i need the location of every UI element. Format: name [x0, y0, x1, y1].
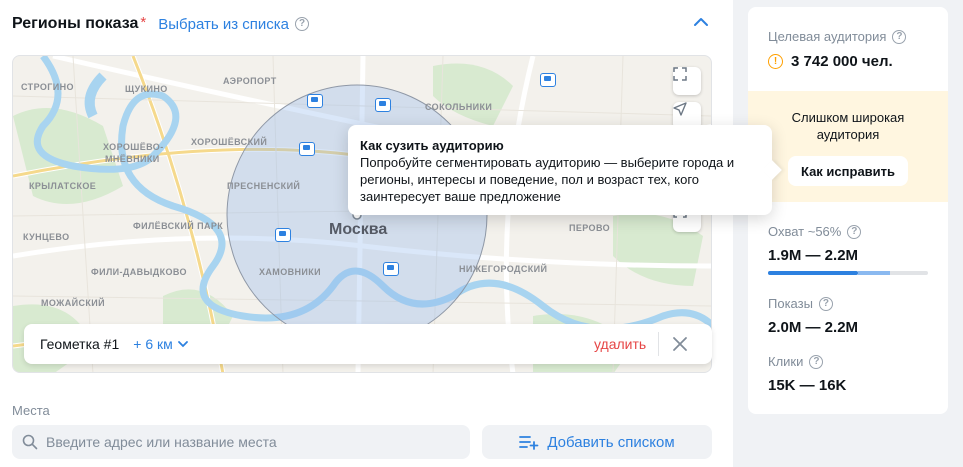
collapse-button[interactable]: [690, 12, 712, 32]
map-label-aeroport: АЭРОПОРТ: [223, 76, 277, 86]
place-search-field[interactable]: [12, 425, 470, 459]
map-label-mnevniki: МНЁВНИКИ: [105, 154, 160, 164]
warning-icon: !: [768, 54, 783, 69]
chevron-up-icon: [694, 18, 708, 26]
place-search-input[interactable]: [46, 434, 446, 450]
reach-bar-range: [857, 271, 890, 275]
reach-bar-fill: [768, 271, 858, 275]
forecast-card: Целевая аудитория ? ! 3 742 000 чел. Сли…: [748, 7, 948, 414]
metro-icon: [307, 94, 323, 108]
map-label-mozhaysky: МОЖАЙСКИЙ: [41, 298, 106, 308]
map-label-sokolniki: СОКОЛЬНИКИ: [425, 102, 493, 112]
add-list-icon: [519, 436, 539, 450]
how-to-fix-button[interactable]: Как исправить: [788, 156, 908, 186]
help-icon[interactable]: ?: [809, 354, 824, 369]
close-icon: [673, 337, 687, 351]
map-city-label: Москва: [329, 221, 388, 238]
map-label-strogino: СТРОГИНО: [21, 82, 74, 92]
map-label-khamovniki: ХАМОВНИКИ: [259, 267, 322, 277]
reach-value: 1.9M — 2.2M: [768, 247, 859, 264]
map-label-kuntsevo: КУНЦЕВО: [23, 232, 70, 242]
reach-label-row: Охват ~56% ?: [768, 224, 862, 239]
select-from-list-link[interactable]: Выбрать из списка: [158, 16, 289, 33]
clicks-label-row: Клики ?: [768, 354, 824, 369]
audience-value: 3 742 000 чел.: [791, 53, 893, 70]
fullscreen-button[interactable]: [673, 67, 701, 95]
help-icon[interactable]: ?: [295, 17, 309, 31]
map-label-fili-davydkovo: ФИЛИ-ДАВЫДКОВО: [91, 267, 187, 277]
metro-icon: [299, 142, 315, 156]
audience-label-row: Целевая аудитория ?: [768, 29, 907, 44]
section-title: Регионы показа: [12, 15, 139, 32]
tooltip-title: Как сузить аудиторию: [360, 138, 504, 153]
map-label-filevsky-park: ФИЛЁВСКИЙ ПАРК: [133, 221, 224, 231]
map-label-krylatskoe: КРЫЛАТСКОЕ: [29, 181, 97, 191]
chevron-down-icon: [177, 341, 188, 348]
expand-icon: [673, 67, 687, 81]
help-icon[interactable]: ?: [892, 29, 907, 44]
impressions-label: Показы: [768, 296, 813, 311]
map-label-khoroshevsky: ХОРОШЁВСКИЙ: [191, 137, 268, 147]
too-wide-text: Слишком широкая аудитория: [791, 110, 905, 142]
required-mark: *: [140, 13, 147, 31]
map-label-khoroshevo: ХОРОШЁВО-: [103, 142, 164, 152]
geometry-bar: Геометка #1 + 6 км удалить: [24, 324, 712, 364]
search-icon: [22, 434, 38, 450]
delete-geometry-button[interactable]: удалить: [594, 336, 646, 352]
narrow-audience-tooltip: Как сузить аудиторию Попробуйте сегменти…: [348, 125, 772, 215]
clicks-value: 15K — 16K: [768, 377, 847, 394]
close-geometry-button[interactable]: [670, 334, 690, 354]
add-list-label: Добавить списком: [547, 433, 675, 451]
audience-label: Целевая аудитория: [768, 29, 887, 44]
help-icon[interactable]: ?: [818, 296, 833, 311]
section-header: Регионы показа * Выбрать из списка ?: [12, 13, 309, 35]
metro-icon: [375, 98, 391, 112]
reach-label: Охват ~56%: [768, 224, 842, 239]
radius-dropdown[interactable]: + 6 км: [133, 336, 189, 352]
map-label-nizhegorodsky: НИЖЕГОРОДСКИЙ: [459, 264, 548, 274]
places-label: Места: [12, 403, 50, 418]
reach-bar: [768, 271, 928, 275]
geometry-name: Геометка #1: [40, 336, 120, 352]
impressions-label-row: Показы ?: [768, 296, 833, 311]
too-wide-banner: Слишком широкая аудитория Как исправить: [748, 91, 948, 202]
audience-value-row: ! 3 742 000 чел.: [768, 53, 893, 70]
tooltip-body: Попробуйте сегментировать аудиторию — вы…: [360, 155, 735, 204]
map-label-presnensky: ПРЕСНЕНСКИЙ: [227, 181, 301, 191]
geolocation-icon: [673, 102, 687, 116]
divider: [658, 332, 659, 356]
help-icon[interactable]: ?: [847, 224, 862, 239]
clicks-label: Клики: [768, 354, 804, 369]
metro-icon: [540, 73, 556, 87]
radius-value: + 6 км: [133, 336, 173, 352]
metro-icon: [383, 262, 399, 276]
map-label-perovo: ПЕРОВО: [569, 223, 611, 233]
impressions-value: 2.0M — 2.2M: [768, 319, 859, 336]
map-label-shchukino: ЩУКИНО: [125, 84, 168, 94]
metro-icon: [275, 228, 291, 242]
add-list-button[interactable]: Добавить списком: [482, 425, 712, 459]
